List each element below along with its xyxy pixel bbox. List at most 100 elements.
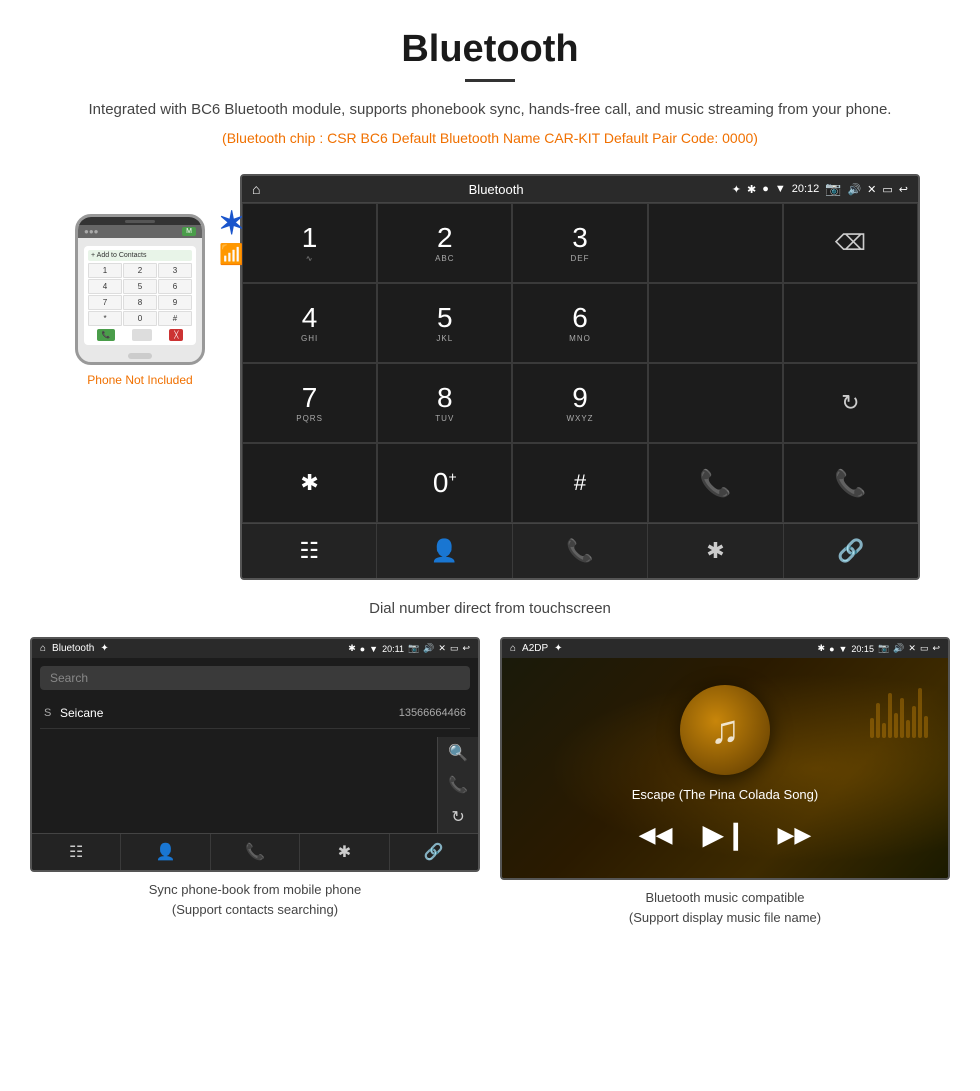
phonebook-side-refresh-icon[interactable]: ↻ (451, 807, 464, 827)
minimize-icon[interactable]: ▭ (882, 183, 892, 196)
music-note-icon: ♫ (710, 708, 740, 753)
bottom-nav: ☷ 👤 📞 ✱ 🔗 (242, 523, 918, 578)
equalizer-bars (870, 688, 928, 738)
phonebook-nav-grid[interactable]: ☷ (32, 834, 121, 870)
phone-mock: ●●● M + Add to Contacts 1 2 3 4 5 6 7 8 … (75, 214, 205, 365)
music-sb-left: ⌂ A2DP ✦ (510, 643, 563, 654)
phonebook-close-icon[interactable]: ✕ (438, 643, 446, 654)
music-time: 20:15 (851, 644, 874, 654)
music-camera-icon: 📷 (878, 643, 889, 654)
music-back-icon[interactable]: ↩ (932, 643, 940, 654)
phonebook-statusbar: ⌂ Bluetooth ✦ ✱ ● ▼ 20:11 📷 🔊 ✕ ▭ ↩ (32, 639, 478, 658)
bt-signal-area: ✶ 📶 (218, 204, 245, 267)
dial-key-6[interactable]: 6 MNO (512, 283, 647, 363)
car-statusbar: ⌂ Bluetooth ✦ ✱ ● ▼ 20:12 📷 🔊 ✕ ▭ ↩ (242, 176, 918, 202)
volume-icon: 🔊 (847, 183, 861, 196)
phone-end-btn[interactable]: ╳ (169, 329, 183, 341)
phonebook-nav-link[interactable]: 🔗 (390, 834, 478, 870)
music-home-icon[interactable]: ⌂ (510, 643, 516, 654)
phonebook-side-phone-icon[interactable]: 📞 (448, 775, 468, 795)
close-icon[interactable]: ✕ (867, 183, 876, 196)
phonebook-location-icon: ● (360, 644, 365, 654)
phone-key-9[interactable]: 9 (158, 295, 192, 310)
nav-phone[interactable]: 📞 (513, 524, 648, 578)
dial-key-5[interactable]: 5 JKL (377, 283, 512, 363)
dial-redial[interactable]: ↻ (783, 363, 918, 443)
music-signal-icon: ▼ (839, 644, 848, 654)
nav-contacts[interactable]: 👤 (377, 524, 512, 578)
phone-call-btn[interactable]: 📞 (97, 329, 116, 341)
phone-key-1[interactable]: 1 (88, 263, 122, 278)
page-title: Bluetooth (20, 28, 960, 71)
phone-home-button[interactable] (128, 353, 152, 359)
phonebook-contact-letter: S (44, 707, 60, 719)
nav-grid[interactable]: ☷ (242, 524, 377, 578)
home-icon[interactable]: ⌂ (252, 181, 260, 197)
dial-key-0[interactable]: 0+ (377, 443, 512, 523)
bluetooth-status-icon: ✱ (747, 183, 756, 196)
phonebook-time: 20:11 (382, 644, 404, 654)
wifi-signal-icon: 📶 (219, 242, 244, 267)
statusbar-left: ⌂ (252, 181, 260, 197)
phone-key-3[interactable]: 3 (158, 263, 192, 278)
phonebook-nav-person[interactable]: 👤 (121, 834, 210, 870)
dial-key-9[interactable]: 9 WXYZ (512, 363, 647, 443)
phone-key-8[interactable]: 8 (123, 295, 157, 310)
dial-key-7[interactable]: 7 PQRS (242, 363, 377, 443)
dial-key-star[interactable]: ✱ (242, 443, 377, 523)
music-next-button[interactable]: ▶▶ (778, 822, 812, 848)
time-display: 20:12 (792, 183, 820, 195)
title-underline (465, 79, 515, 82)
dial-key-4[interactable]: 4 GHI (242, 283, 377, 363)
phonebook-nav-phone[interactable]: 📞 (211, 834, 300, 870)
phonebook-screen: ⌂ Bluetooth ✦ ✱ ● ▼ 20:11 📷 🔊 ✕ ▭ ↩ (30, 637, 480, 872)
bluetooth-icon: ✶ (218, 204, 245, 242)
phonebook-search-placeholder: Search (50, 671, 88, 685)
phonebook-sb-right: ✱ ● ▼ 20:11 📷 🔊 ✕ ▭ ↩ (348, 643, 470, 654)
phone-key-2[interactable]: 2 (123, 263, 157, 278)
phonebook-spacer (32, 737, 437, 833)
dial-empty-3 (783, 283, 918, 363)
phonebook-nav-bt[interactable]: ✱ (300, 834, 389, 870)
phone-key-7[interactable]: 7 (88, 295, 122, 310)
dial-key-3[interactable]: 3 DEF (512, 203, 647, 283)
music-prev-button[interactable]: ◀◀ (639, 822, 673, 848)
back-icon[interactable]: ↩ (899, 183, 908, 196)
bottom-screenshots: ⌂ Bluetooth ✦ ✱ ● ▼ 20:11 📷 🔊 ✕ ▭ ↩ (0, 637, 980, 947)
music-close-icon[interactable]: ✕ (908, 643, 916, 654)
music-screenshot: ⌂ A2DP ✦ ✱ ● ▼ 20:15 📷 🔊 ✕ ▭ ↩ (500, 637, 950, 927)
phone-key-4[interactable]: 4 (88, 279, 122, 294)
phone-container: ✶ 📶 ●●● M + Add to Contacts 1 2 3 (60, 174, 220, 387)
phonebook-side-search-icon[interactable]: 🔍 (448, 743, 468, 763)
phonebook-search-box[interactable]: Search (40, 666, 470, 690)
dial-key-1[interactable]: 1 ∿ (242, 203, 377, 283)
phonebook-app-name: Bluetooth (52, 643, 94, 654)
phonebook-back-icon[interactable]: ↩ (462, 643, 470, 654)
dial-key-hash[interactable]: # (512, 443, 647, 523)
phone-key-hash[interactable]: # (158, 311, 192, 326)
phone-key-5[interactable]: 5 (123, 279, 157, 294)
phone-key-6[interactable]: 6 (158, 279, 192, 294)
dial-key-8[interactable]: 8 TUV (377, 363, 512, 443)
dial-key-2[interactable]: 2 ABC (377, 203, 512, 283)
phone-keypad: 1 2 3 4 5 6 7 8 9 * 0 # (88, 263, 192, 326)
music-min-icon[interactable]: ▭ (920, 643, 929, 654)
phonebook-home-icon[interactable]: ⌂ (40, 643, 46, 654)
music-usb-icon: ✦ (554, 643, 562, 654)
music-play-button[interactable]: ▶❙ (703, 818, 748, 851)
phone-key-star[interactable]: * (88, 311, 122, 326)
nav-link[interactable]: 🔗 (784, 524, 918, 578)
dial-backspace[interactable]: ⌫ (783, 203, 918, 283)
phonebook-screenshot: ⌂ Bluetooth ✦ ✱ ● ▼ 20:11 📷 🔊 ✕ ▭ ↩ (30, 637, 480, 927)
phone-not-included-label: Phone Not Included (87, 373, 192, 387)
dial-empty-4 (648, 363, 783, 443)
dial-call-red[interactable]: 📞 (783, 443, 918, 523)
phonebook-min-icon[interactable]: ▭ (450, 643, 459, 654)
phonebook-contact-row[interactable]: S Seicane 13566664466 (40, 698, 470, 729)
phonebook-vol-icon: 🔊 (423, 643, 434, 654)
phonebook-contact-name: Seicane (60, 706, 399, 720)
phonebook-camera-icon: 📷 (408, 643, 419, 654)
nav-bluetooth[interactable]: ✱ (648, 524, 783, 578)
dial-call-green[interactable]: 📞 (648, 443, 783, 523)
phone-key-0[interactable]: 0 (123, 311, 157, 326)
